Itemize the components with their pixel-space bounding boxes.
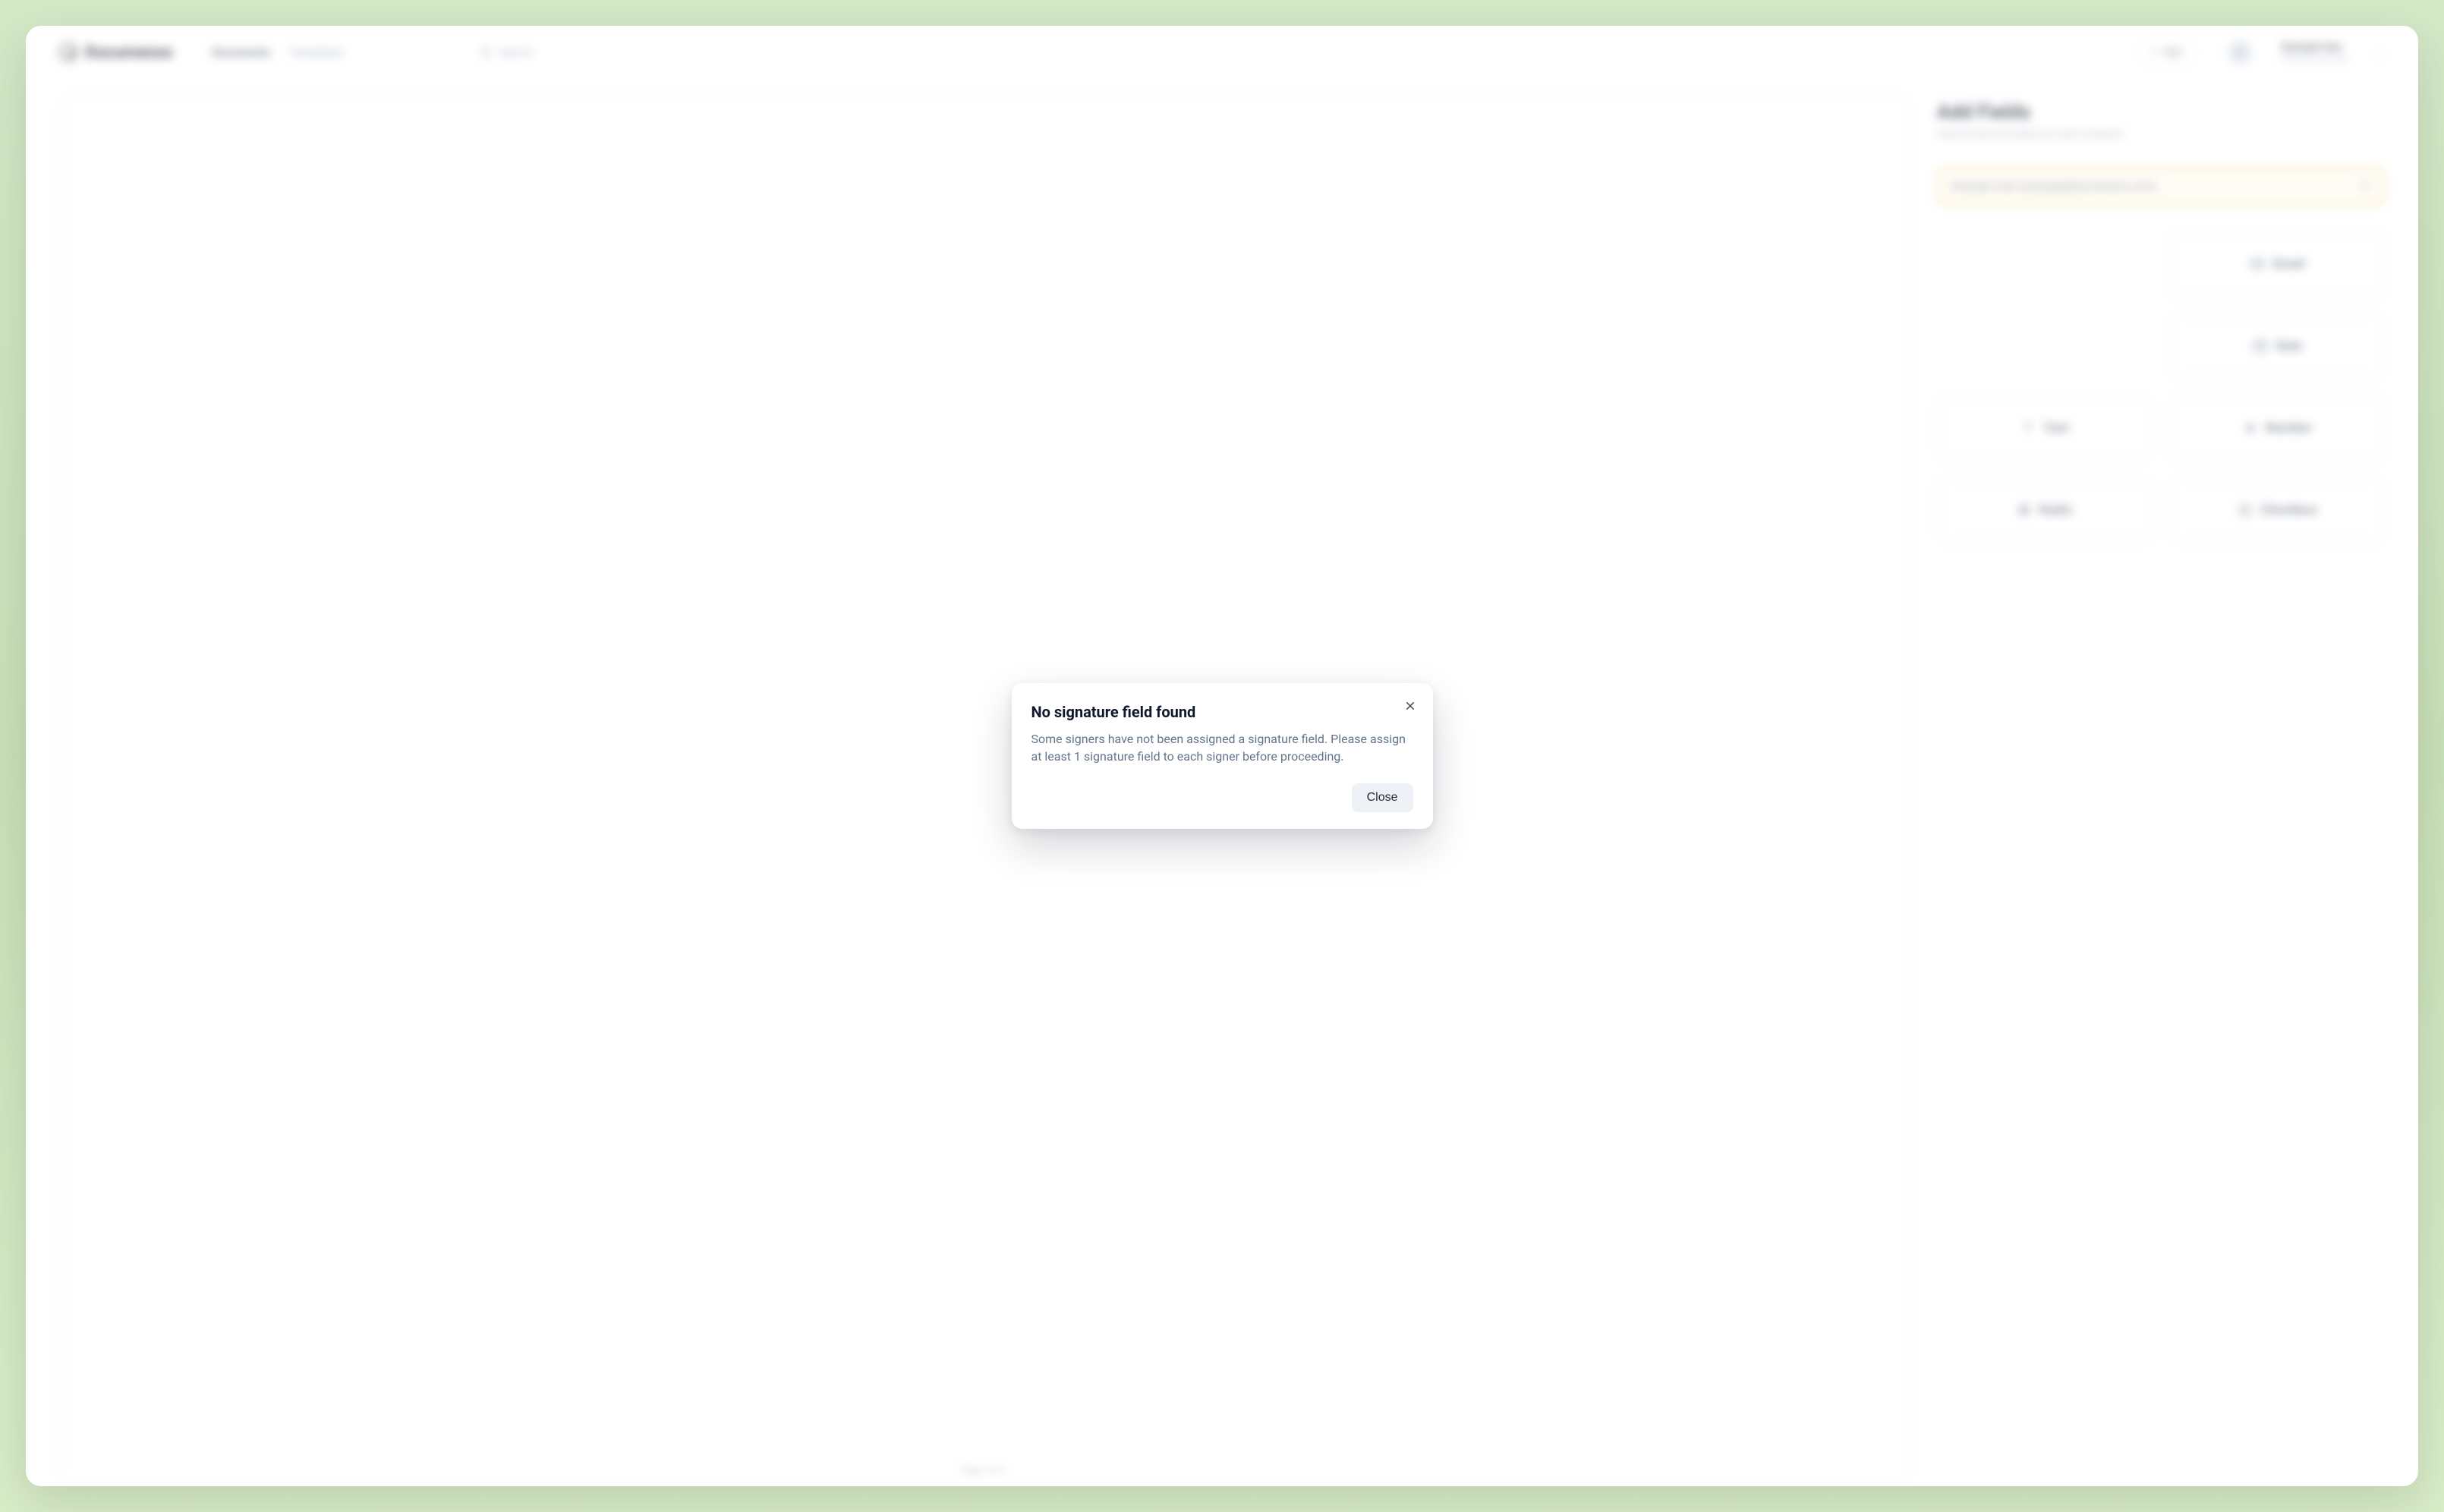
no-signature-modal: No signature field found Some signers ha… (1012, 683, 1433, 829)
modal-body: Some signers have not been assigned a si… (1031, 730, 1413, 765)
modal-footer: Close (1031, 783, 1413, 812)
modal-overlay[interactable]: No signature field found Some signers ha… (26, 26, 2418, 1486)
modal-title: No signature field found (1031, 703, 1413, 721)
close-icon (1404, 700, 1416, 712)
modal-close-x[interactable] (1401, 697, 1419, 715)
modal-close-button[interactable]: Close (1352, 783, 1413, 812)
app-shell: Documenso Documents Templates Search ☆ S… (26, 26, 2418, 1486)
